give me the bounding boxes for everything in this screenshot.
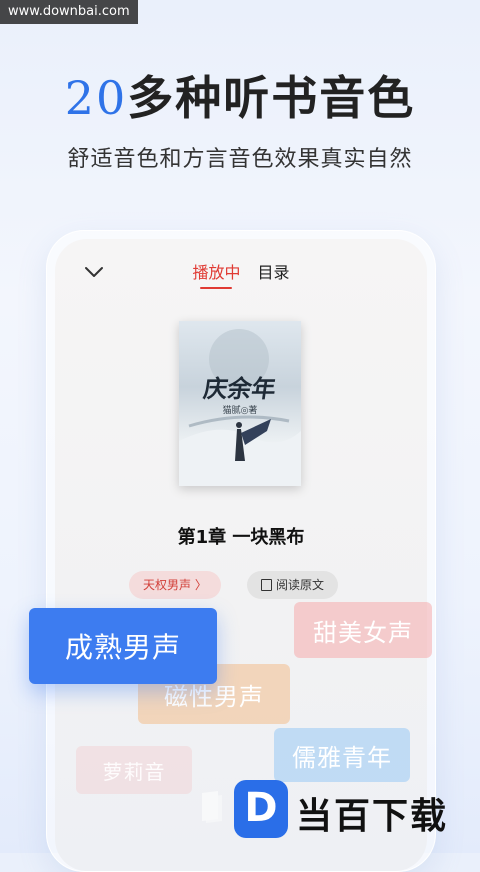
tab-now-playing[interactable]: 播放中 <box>192 259 240 289</box>
subheadline: 舒适音色和方言音色效果真实自然 <box>67 147 413 172</box>
cover-author: 猫腻◎著 <box>222 406 258 416</box>
brand-watermark: D 当百下载 <box>198 775 480 853</box>
voice-tag-mature-male[interactable]: 成熟男声 <box>29 608 217 684</box>
cover-title: 庆余年 <box>201 374 278 403</box>
voice-tag-sweet-female[interactable]: 甜美女声 <box>294 602 432 658</box>
book-icon <box>261 578 272 591</box>
headline: 20多种听书音色 <box>0 62 480 128</box>
voice-tag-loli[interactable]: 萝莉音 <box>76 746 192 794</box>
brand-text: 当百下载 <box>296 796 449 837</box>
headline-number: 20 <box>64 71 128 125</box>
voice-select-button[interactable]: 天权男声 〉 <box>129 571 221 599</box>
brand-ghost-icon <box>202 791 222 823</box>
read-original-button[interactable]: 阅读原文 <box>247 571 339 599</box>
player-tabs: 播放中 目录 <box>55 259 427 289</box>
headline-text: 多种听书音色 <box>127 71 416 125</box>
brand-logo-icon: D <box>234 780 288 838</box>
voice-tag-elegant-youth[interactable]: 儒雅青年 <box>274 728 410 782</box>
tab-catalog[interactable]: 目录 <box>258 259 290 283</box>
chapter-title: 第1章 一块黑布 <box>177 527 305 548</box>
read-original-label: 阅读原文 <box>276 578 325 592</box>
book-cover[interactable]: 庆余年 猫腻◎著 <box>179 321 301 486</box>
watermark: www.downbai.com <box>0 0 138 24</box>
